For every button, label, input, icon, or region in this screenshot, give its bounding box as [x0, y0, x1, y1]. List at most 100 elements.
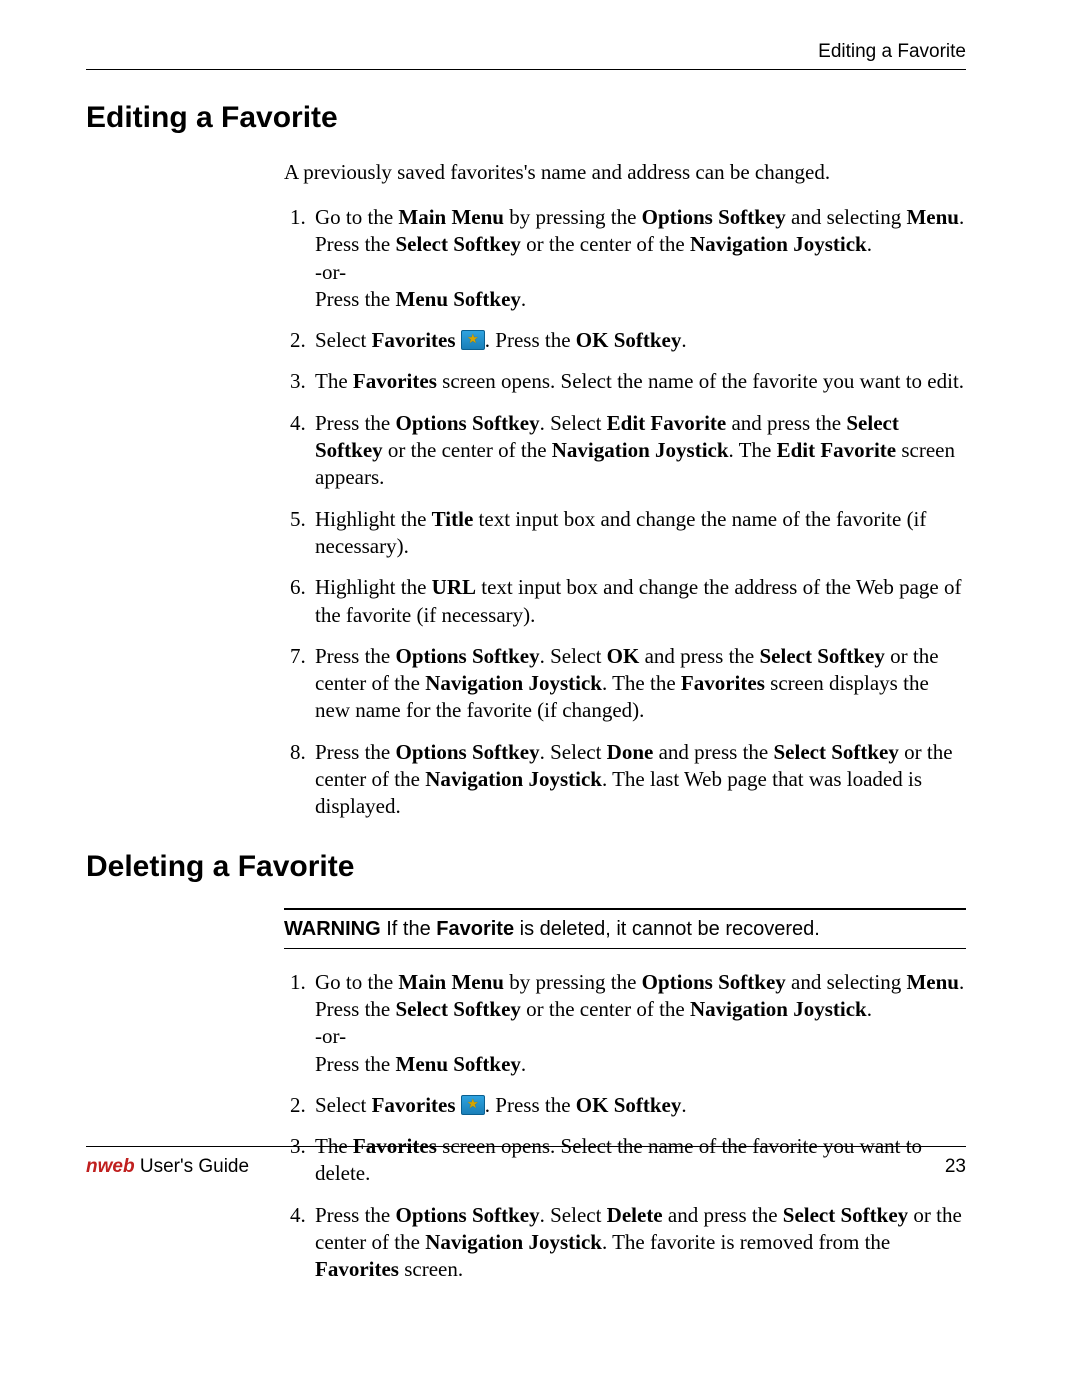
favorites-icon	[461, 330, 485, 350]
term-select-softkey: Select Softkey	[759, 644, 884, 668]
term-delete: Delete	[607, 1203, 663, 1227]
text: . Press the	[485, 328, 576, 352]
term-url: URL	[432, 575, 476, 599]
page-body: Editing a Favorite Editing a Favorite A …	[86, 40, 966, 1310]
text: Go to the	[315, 970, 398, 994]
warning-box: WARNING If the Favorite is deleted, it c…	[284, 908, 966, 949]
term-select-softkey: Select Softkey	[396, 232, 521, 256]
term-navigation-joystick: Navigation Joystick	[690, 997, 867, 1021]
step-item: Select Favorites . Press the OK Softkey.	[311, 1092, 966, 1119]
footer-title: nweb User's Guide	[86, 1155, 249, 1180]
text: .	[681, 1093, 686, 1117]
text: If the	[381, 918, 437, 940]
term-title: Title	[432, 507, 474, 531]
term-ok-softkey: OK Softkey	[576, 1093, 682, 1117]
text: and press the	[726, 411, 846, 435]
text: Highlight the	[315, 575, 432, 599]
text: Highlight the	[315, 507, 432, 531]
text: screen.	[399, 1257, 463, 1281]
step-item: Press the Options Softkey. Select Delete…	[311, 1202, 966, 1284]
text: by pressing the	[504, 970, 642, 994]
text: and selecting	[786, 970, 907, 994]
text: . Select	[540, 411, 607, 435]
step-item: Press the Options Softkey. Select Done a…	[311, 739, 966, 821]
term-options-softkey: Options Softkey	[396, 740, 540, 764]
running-head: Editing a Favorite	[86, 40, 966, 65]
text: or the center of the	[383, 438, 552, 462]
term-navigation-joystick: Navigation Joystick	[552, 438, 729, 462]
term-favorites: Favorites	[372, 328, 456, 352]
step-item: The Favorites screen opens. Select the n…	[311, 368, 966, 395]
text: Go to the	[315, 205, 398, 229]
or-text: -or-	[315, 1024, 346, 1048]
term-ok-softkey: OK Softkey	[576, 328, 682, 352]
term-done: Done	[607, 740, 654, 764]
footer-rule	[86, 1146, 966, 1147]
favorites-icon	[461, 1095, 485, 1115]
step-item: Go to the Main Menu by pressing the Opti…	[311, 204, 966, 313]
term-options-softkey: Options Softkey	[642, 970, 786, 994]
page-footer: nweb User's Guide 23	[86, 1146, 966, 1180]
text: .	[867, 997, 872, 1021]
term-options-softkey: Options Softkey	[642, 205, 786, 229]
term-edit-favorite: Edit Favorite	[607, 411, 727, 435]
term-ok: OK	[607, 644, 640, 668]
step-item: Press the Options Softkey. Select OK and…	[311, 643, 966, 725]
text: Press the	[315, 644, 396, 668]
text: Press the	[315, 411, 396, 435]
deleting-steps-list: Go to the Main Menu by pressing the Opti…	[284, 969, 966, 1284]
text: The	[315, 369, 353, 393]
step-item: Highlight the Title text input box and c…	[311, 506, 966, 561]
text: Press the	[315, 287, 396, 311]
text: and press the	[663, 1203, 783, 1227]
section1-intro: A previously saved favorites's name and …	[284, 159, 966, 186]
term-options-softkey: Options Softkey	[396, 411, 540, 435]
page-number: 23	[945, 1155, 966, 1180]
text: .	[521, 1052, 526, 1076]
text: by pressing the	[504, 205, 642, 229]
term-navigation-joystick: Navigation Joystick	[690, 232, 867, 256]
text: is deleted, it cannot be recovered.	[514, 918, 820, 940]
text: Select	[315, 1093, 372, 1117]
term-select-softkey: Select Softkey	[773, 740, 898, 764]
text: . Press the	[485, 1093, 576, 1117]
warning-label: WARNING	[284, 918, 381, 940]
term-edit-favorite: Edit Favorite	[777, 438, 897, 462]
footer-brand: nweb	[86, 1156, 135, 1177]
text: . Select	[540, 740, 607, 764]
term-options-softkey: Options Softkey	[396, 644, 540, 668]
step-item: Highlight the URL text input box and cha…	[311, 574, 966, 629]
text: Select	[315, 328, 372, 352]
header-rule	[86, 69, 966, 70]
section-heading-editing: Editing a Favorite	[86, 98, 966, 137]
footer-guide: User's Guide	[135, 1156, 250, 1177]
text: Press the	[315, 1203, 396, 1227]
text: screen opens. Select the name of the fav…	[437, 369, 964, 393]
editing-steps-list: Go to the Main Menu by pressing the Opti…	[284, 204, 966, 821]
text: .	[521, 287, 526, 311]
text: . The	[729, 438, 777, 462]
term-menu-softkey: Menu Softkey	[396, 287, 521, 311]
text: or the center of the	[521, 232, 690, 256]
or-text: -or-	[315, 260, 346, 284]
term-favorites: Favorites	[681, 671, 765, 695]
text: . Select	[540, 1203, 607, 1227]
text: and selecting	[786, 205, 907, 229]
term-main-menu: Main Menu	[398, 205, 504, 229]
text: .	[681, 328, 686, 352]
step-item: Go to the Main Menu by pressing the Opti…	[311, 969, 966, 1078]
text: Press the	[315, 740, 396, 764]
text: . The the	[602, 671, 681, 695]
term-menu-softkey: Menu Softkey	[396, 1052, 521, 1076]
section-heading-deleting: Deleting a Favorite	[86, 847, 966, 886]
text: or the center of the	[521, 997, 690, 1021]
term-options-softkey: Options Softkey	[396, 1203, 540, 1227]
step-item: Press the Options Softkey. Select Edit F…	[311, 410, 966, 492]
text: . The favorite is removed from the	[602, 1230, 890, 1254]
term-navigation-joystick: Navigation Joystick	[425, 671, 602, 695]
step-item: Select Favorites . Press the OK Softkey.	[311, 327, 966, 354]
term-navigation-joystick: Navigation Joystick	[425, 767, 602, 791]
text: and press the	[653, 740, 773, 764]
term-favorites: Favorites	[372, 1093, 456, 1117]
term-favorite: Favorite	[436, 918, 514, 940]
